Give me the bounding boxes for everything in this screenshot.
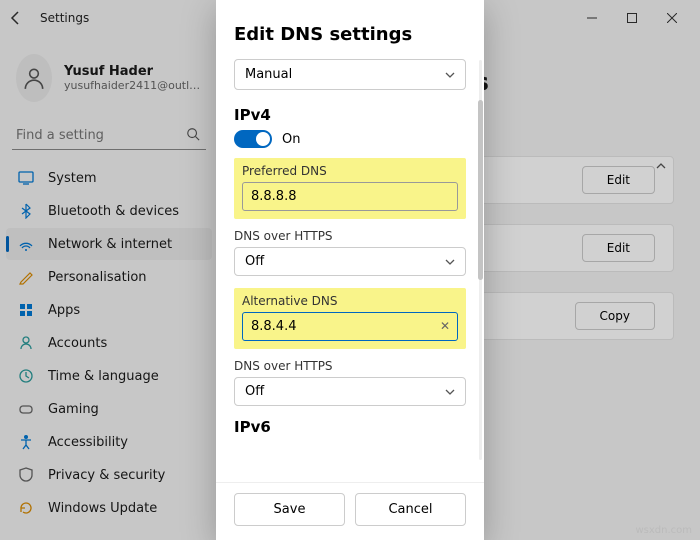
alternative-dns-group: Alternative DNS 8.8.4.4 ✕ [234,288,466,349]
chevron-down-icon [445,387,455,397]
save-button[interactable]: Save [234,493,345,526]
doh-label: DNS over HTTPS [234,229,466,243]
alternative-dns-input[interactable]: 8.8.4.4 [242,312,458,341]
select-value: Manual [245,67,292,82]
dns-settings-dialog: Edit DNS settings Manual IPv4 On Preferr… [216,0,484,540]
ipv6-heading: IPv6 [234,418,466,436]
doh-select[interactable]: Off [234,377,466,406]
dialog-scrollbar-thumb[interactable] [478,100,483,280]
doh-select[interactable]: Off [234,247,466,276]
chevron-down-icon [445,70,455,80]
cancel-button[interactable]: Cancel [355,493,466,526]
doh-label: DNS over HTTPS [234,359,466,373]
ipv4-heading: IPv4 [234,106,466,124]
ipv4-toggle[interactable] [234,130,272,148]
select-value: Off [245,254,264,269]
toggle-state-label: On [282,132,300,147]
preferred-dns-label: Preferred DNS [242,164,458,178]
preferred-dns-group: Preferred DNS 8.8.8.8 [234,158,466,219]
chevron-down-icon [445,257,455,267]
dns-mode-select[interactable]: Manual [234,59,466,90]
dialog-title: Edit DNS settings [234,24,466,45]
watermark-text: wsxdn.com [635,525,692,536]
clear-input-button[interactable]: ✕ [440,319,450,333]
alternative-dns-label: Alternative DNS [242,294,458,308]
preferred-dns-input[interactable]: 8.8.8.8 [242,182,458,211]
select-value: Off [245,384,264,399]
